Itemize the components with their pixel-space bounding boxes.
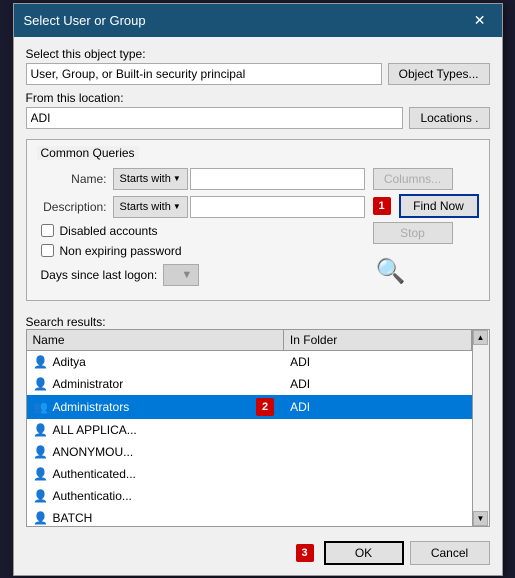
results-header: Name In Folder: [27, 330, 472, 351]
table-row[interactable]: 👤BATCH: [27, 507, 472, 526]
location-label: From this location:: [26, 91, 490, 105]
name-row: Name: Starts with ▼: [37, 168, 365, 190]
result-folder-cell: [284, 451, 471, 453]
result-name-cell: 👤Authenticated...: [27, 465, 285, 483]
badge-3: 3: [296, 544, 314, 562]
description-input[interactable]: [190, 196, 365, 218]
locations-button[interactable]: Locations .: [409, 107, 489, 129]
result-folder-cell: [284, 429, 471, 431]
result-name-cell: 👤ANONYMOU...: [27, 443, 285, 461]
description-row: Description: Starts with ▼: [37, 196, 365, 218]
non-expiring-checkbox[interactable]: [41, 244, 54, 257]
columns-button[interactable]: Columns...: [373, 168, 453, 190]
object-type-input[interactable]: [26, 63, 382, 85]
name-dropdown[interactable]: Starts with ▼: [113, 168, 188, 190]
cancel-button[interactable]: Cancel: [410, 541, 490, 565]
table-row[interactable]: 👤ANONYMOU...: [27, 441, 472, 463]
common-queries-group: Common Queries Name: Starts with ▼: [26, 139, 490, 301]
days-row: Days since last logon: ▼: [41, 264, 365, 286]
table-row[interactable]: 👤AdministratorADI: [27, 373, 472, 395]
result-name-cell: 👤ALL APPLICA...: [27, 421, 285, 439]
result-name-cell: 👤Administrator: [27, 375, 285, 393]
result-folder-cell: ADI: [284, 399, 471, 415]
user-icon: 👤: [33, 354, 49, 370]
close-button[interactable]: ✕: [468, 10, 492, 31]
badge-2: 2: [256, 398, 274, 416]
table-row[interactable]: 👤ALL APPLICA...: [27, 419, 472, 441]
result-name-cell: 👤Aditya: [27, 353, 285, 371]
result-folder-cell: [284, 495, 471, 497]
table-row[interactable]: 👤AdityaADI: [27, 351, 472, 373]
table-row[interactable]: 👤Authenticated...: [27, 463, 472, 485]
scrollbar[interactable]: ▲ ▼: [472, 330, 489, 526]
col-name: Name: [27, 330, 284, 350]
object-types-button[interactable]: Object Types...: [388, 63, 490, 85]
find-now-button[interactable]: Find Now: [399, 194, 479, 218]
description-dropdown[interactable]: Starts with ▼: [113, 196, 188, 218]
user-icon: 👤: [33, 510, 49, 526]
user-icon: 👥: [33, 399, 49, 415]
user-icon: 👤: [33, 488, 49, 504]
group-inner: Name: Starts with ▼ Description:: [37, 168, 479, 290]
result-name-cell: 👥Administrators2: [27, 397, 285, 417]
stop-button[interactable]: Stop: [373, 222, 453, 244]
chevron-down-icon-2: ▼: [173, 202, 181, 211]
dialog-body: Select this object type: Object Types...…: [14, 37, 502, 311]
common-queries-tab[interactable]: Common Queries: [37, 146, 139, 160]
name-label: Name:: [37, 172, 107, 186]
name-input[interactable]: [190, 168, 365, 190]
location-input[interactable]: [26, 107, 404, 129]
non-expiring-row: Non expiring password: [41, 244, 365, 258]
table-row[interactable]: 👤Authenticatio...: [27, 485, 472, 507]
results-scroll: Name In Folder 👤AdityaADI👤AdministratorA…: [27, 330, 472, 526]
disabled-accounts-row: Disabled accounts: [41, 224, 365, 238]
object-type-section: Select this object type: Object Types...: [26, 47, 490, 85]
scroll-down[interactable]: ▼: [473, 511, 488, 526]
col-folder: In Folder: [284, 330, 472, 350]
chevron-down-icon-3: ▼: [181, 269, 192, 281]
non-expiring-label: Non expiring password: [60, 244, 182, 258]
group-left: Name: Starts with ▼ Description:: [37, 168, 365, 290]
title-bar: Select User or Group ✕: [14, 4, 502, 37]
table-row[interactable]: 👥Administrators2ADI: [27, 395, 472, 419]
name-input-group: Starts with ▼: [113, 168, 365, 190]
select-user-dialog: Select User or Group ✕ Select this objec…: [13, 3, 503, 576]
user-icon: 👤: [33, 466, 49, 482]
badge-1: 1: [373, 197, 391, 215]
result-folder-cell: ADI: [284, 376, 471, 392]
group-right: Columns... 1 Find Now Stop 🔍: [373, 168, 479, 290]
ok-button[interactable]: OK: [324, 541, 404, 565]
result-folder-cell: [284, 473, 471, 475]
days-label: Days since last logon:: [41, 268, 158, 282]
disabled-accounts-checkbox[interactable]: [41, 224, 54, 237]
result-folder-cell: [284, 517, 471, 519]
result-folder-cell: ADI: [284, 354, 471, 370]
description-label: Description:: [37, 200, 107, 214]
bottom-row: 3 OK Cancel: [14, 535, 502, 575]
scroll-up[interactable]: ▲: [473, 330, 488, 345]
results-container: Name In Folder 👤AdityaADI👤AdministratorA…: [26, 329, 490, 527]
location-row: Locations .: [26, 107, 490, 129]
days-dropdown[interactable]: ▼: [163, 264, 199, 286]
results-list[interactable]: 👤AdityaADI👤AdministratorADI👥Administrato…: [27, 351, 472, 526]
search-results-label: Search results:: [14, 311, 502, 329]
user-icon: 👤: [33, 444, 49, 460]
disabled-accounts-label: Disabled accounts: [60, 224, 158, 238]
object-type-label: Select this object type:: [26, 47, 490, 61]
chevron-down-icon: ▼: [173, 174, 181, 183]
description-input-group: Starts with ▼: [113, 196, 365, 218]
result-name-cell: 👤BATCH: [27, 509, 285, 526]
location-section: From this location: Locations .: [26, 91, 490, 129]
result-name-cell: 👤Authenticatio...: [27, 487, 285, 505]
user-icon: 👤: [33, 376, 49, 392]
dialog-title: Select User or Group: [24, 13, 146, 28]
results-area: Name In Folder 👤AdityaADI👤AdministratorA…: [14, 329, 502, 535]
key-icon: 🔍: [373, 254, 409, 290]
user-icon: 👤: [33, 422, 49, 438]
object-type-row: Object Types...: [26, 63, 490, 85]
